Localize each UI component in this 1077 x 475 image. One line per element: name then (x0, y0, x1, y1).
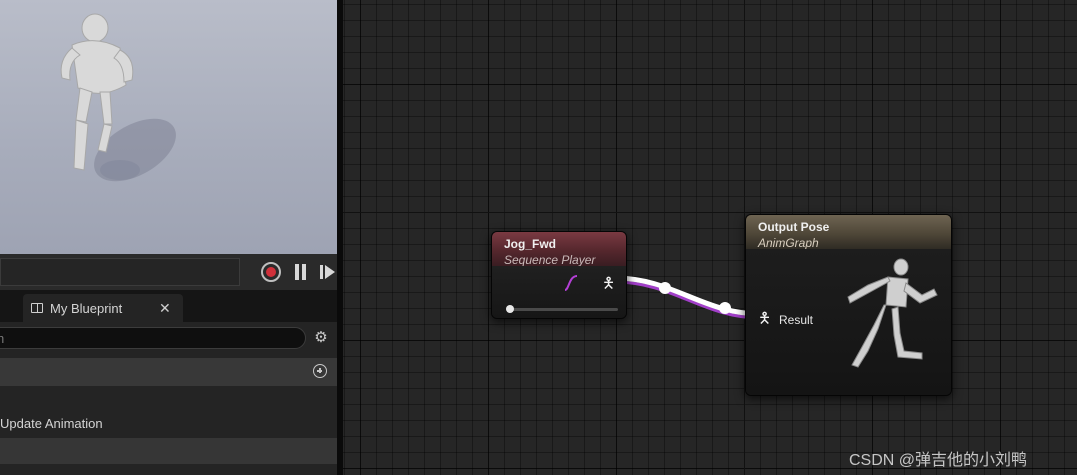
node-body: 🯅 Result (746, 249, 951, 395)
watermark: CSDN @弹吉他的小刘鸭 (849, 452, 1028, 469)
pause-icon[interactable] (292, 262, 312, 282)
search-input[interactable] (0, 327, 306, 349)
close-icon[interactable]: ✕ (159, 300, 171, 317)
play-position-thumb[interactable] (506, 305, 514, 313)
curve-icon (564, 275, 578, 291)
node-subtitle: Sequence Player (504, 253, 596, 267)
list-item-update-animation[interactable]: Update Animation (0, 416, 103, 431)
pose-output-pin-icon[interactable]: 🯅 (602, 276, 615, 291)
character-mannequin (60, 13, 176, 182)
book-icon (31, 303, 43, 313)
sequence-player-node[interactable]: Jog_Fwd Sequence Player 🯅 (491, 231, 627, 319)
node-header: Output Pose AnimGraph (746, 215, 951, 250)
node-body: 🯅 (492, 266, 626, 318)
tab-my-blueprint[interactable]: My Blueprint ✕ (23, 294, 183, 322)
running-mannequin-icon (847, 258, 938, 368)
record-icon[interactable] (261, 262, 281, 282)
anim-graph-canvas[interactable]: Jog_Fwd Sequence Player 🯅 Output Pose An… (343, 0, 1077, 475)
pose-wires (614, 275, 762, 320)
play-position-track[interactable] (506, 308, 618, 311)
timeline-bar[interactable] (0, 258, 240, 286)
node-title: Output Pose (758, 220, 830, 234)
tab-label: My Blueprint (50, 301, 123, 316)
list-item[interactable] (0, 438, 337, 464)
pose-input-pin-icon[interactable]: 🯅 (758, 311, 771, 326)
result-pin-label: Result (779, 313, 814, 327)
preview-viewport[interactable] (0, 0, 337, 254)
output-pose-node[interactable]: Output Pose AnimGraph 🯅 Result (745, 214, 952, 396)
node-header: Jog_Fwd Sequence Player (492, 232, 626, 267)
playback-toolbar (0, 254, 337, 290)
section-header[interactable] (0, 358, 337, 386)
step-forward-icon[interactable] (318, 262, 338, 282)
panel-tab-bar: My Blueprint ✕ (0, 290, 337, 322)
gear-icon[interactable]: ⚙ (313, 330, 329, 346)
my-blueprint-panel: ⚙ Update Animation (0, 322, 337, 475)
node-subtitle: AnimGraph (758, 236, 819, 250)
node-title: Jog_Fwd (504, 237, 557, 251)
add-icon[interactable] (313, 364, 327, 378)
